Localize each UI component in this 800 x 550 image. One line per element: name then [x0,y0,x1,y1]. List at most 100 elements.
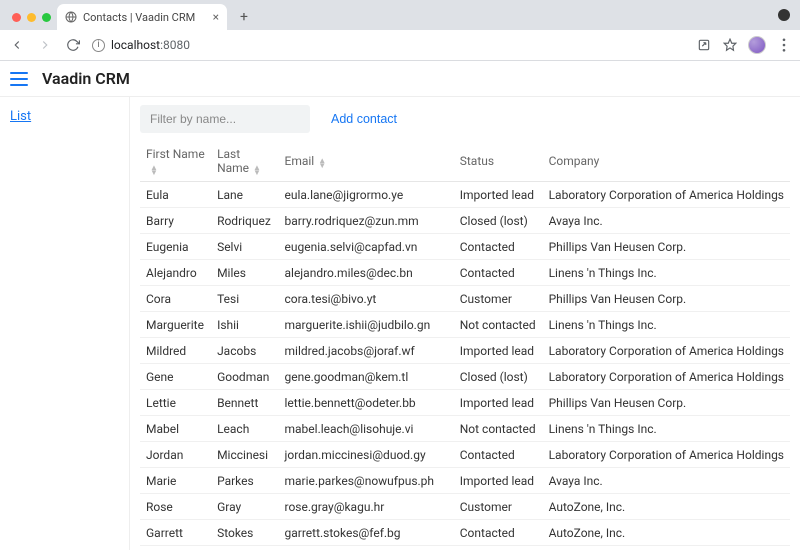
sidebar: List [0,97,130,550]
window-minimize-icon[interactable] [27,13,36,22]
sort-icon: ▲▼ [318,157,326,167]
col-last-name[interactable]: Last Name▲▼ [211,141,278,182]
hamburger-icon[interactable] [10,72,28,86]
cell-email: mabel.leach@lisohuje.vi [279,416,454,442]
cell-status: Contacted [454,260,543,286]
table-row[interactable]: CoraTesicora.tesi@bivo.ytCustomerPhillip… [140,286,790,312]
cell-email: jordan.miccinesi@duod.gy [279,442,454,468]
add-contact-button[interactable]: Add contact [320,105,408,133]
new-tab-button[interactable]: + [233,6,255,28]
back-button[interactable] [8,36,26,54]
cell-email: barry.rodriquez@zun.mm [279,208,454,234]
cell-company: Linens 'n Things Inc. [543,260,790,286]
table-row[interactable]: RoseGrayrose.gray@kagu.hrCustomerAutoZon… [140,494,790,520]
sidebar-item-list[interactable]: List [10,109,129,124]
cell-company: Laboratory Corporation of America Holdin… [543,182,790,208]
tab-title: Contacts | Vaadin CRM [83,11,195,24]
cell-email: marie.parkes@nowufpus.ph [279,468,454,494]
cell-last: Ishii [211,312,278,338]
table-row[interactable]: MildredJacobsmildred.jacobs@joraf.wfImpo… [140,338,790,364]
extension-icon[interactable] [778,9,790,21]
address-bar[interactable]: i localhost:8080 [92,38,686,52]
table-row[interactable]: GarrettStokesgarrett.stokes@fef.bgContac… [140,520,790,546]
forward-button[interactable] [36,36,54,54]
table-row[interactable]: AlejandroMilesalejandro.miles@dec.bnCont… [140,260,790,286]
app-title: Vaadin CRM [42,69,130,88]
table-row[interactable]: MarieParkesmarie.parkes@nowufpus.phImpor… [140,468,790,494]
sort-icon: ▲▼ [150,164,158,174]
window-close-icon[interactable] [12,13,21,22]
col-company[interactable]: Company [543,141,790,182]
cell-status: Not contacted [454,312,543,338]
col-status[interactable]: Status [454,141,543,182]
cell-first: Gene [140,364,211,390]
cell-company: AutoZone, Inc. [543,520,790,546]
contacts-table: First Name▲▼ Last Name▲▼ Email▲▼ Status … [140,141,790,550]
cell-email: marguerite.ishii@judbilo.gn [279,312,454,338]
close-icon[interactable]: × [213,10,219,24]
cell-last: Bennett [211,390,278,416]
cell-email: cora.tesi@bivo.yt [279,286,454,312]
cell-company: Laboratory Corporation of America Holdin… [543,338,790,364]
share-icon[interactable] [696,37,712,53]
cell-company: Laboratory Corporation of America Holdin… [543,364,790,390]
profile-avatar[interactable] [748,36,766,54]
cell-last: Gray [211,494,278,520]
window-maximize-icon[interactable] [42,13,51,22]
col-email[interactable]: Email▲▼ [279,141,454,182]
cell-last: Goodman [211,364,278,390]
cell-status: Closed (lost) [454,208,543,234]
cell-last: Rodriquez [211,208,278,234]
table-row[interactable]: JordanMiccinesijordan.miccinesi@duod.gyC… [140,442,790,468]
cell-last: Parkes [211,468,278,494]
table-row[interactable]: EulaLaneeula.lane@jigrormo.yeImported le… [140,182,790,208]
reload-button[interactable] [64,36,82,54]
cell-company: Phillips Van Heusen Corp. [543,234,790,260]
cell-first: Barry [140,208,211,234]
cell-first: Eugenia [140,234,211,260]
table-row[interactable]: BarbaraMatthieubarbara.matthieu@derwogi.… [140,546,790,550]
cell-email: gene.goodman@kem.tl [279,364,454,390]
cell-status: Customer [454,494,543,520]
cell-first: Marguerite [140,312,211,338]
cell-company: Laboratory Corporation of America Holdin… [543,442,790,468]
table-row[interactable]: EugeniaSelvieugenia.selvi@capfad.vnConta… [140,234,790,260]
table-row[interactable]: MabelLeachmabel.leach@lisohuje.viNot con… [140,416,790,442]
cell-status: Closed (lost) [454,546,543,550]
cell-email: lettie.bennett@odeter.bb [279,390,454,416]
cell-company: Avaya Inc. [543,546,790,550]
browser-tab[interactable]: Contacts | Vaadin CRM × [57,4,227,30]
cell-email: rose.gray@kagu.hr [279,494,454,520]
cell-first: Jordan [140,442,211,468]
filter-row: Add contact [140,105,790,133]
cell-first: Lettie [140,390,211,416]
filter-input[interactable] [140,105,310,133]
cell-status: Closed (lost) [454,364,543,390]
cell-first: Rose [140,494,211,520]
app-body: List Add contact First Name▲▼ Last Name▲… [0,97,800,550]
cell-status: Contacted [454,442,543,468]
cell-status: Contacted [454,234,543,260]
cell-first: Mildred [140,338,211,364]
table-row[interactable]: LettieBennettlettie.bennett@odeter.bbImp… [140,390,790,416]
browser-toolbar: i localhost:8080 [0,30,800,60]
cell-last: Matthieu [211,546,278,550]
table-row[interactable]: GeneGoodmangene.goodman@kem.tlClosed (lo… [140,364,790,390]
cell-email: eula.lane@jigrormo.ye [279,182,454,208]
app-header: Vaadin CRM [0,61,800,97]
cell-first: Eula [140,182,211,208]
cell-last: Jacobs [211,338,278,364]
menu-icon[interactable] [776,37,792,53]
col-first-name[interactable]: First Name▲▼ [140,141,211,182]
cell-first: Barbara [140,546,211,550]
cell-company: Phillips Van Heusen Corp. [543,286,790,312]
site-info-icon[interactable]: i [92,39,105,52]
table-row[interactable]: MargueriteIshiimarguerite.ishii@judbilo.… [140,312,790,338]
cell-status: Not contacted [454,416,543,442]
cell-last: Lane [211,182,278,208]
table-row[interactable]: BarryRodriquezbarry.rodriquez@zun.mmClos… [140,208,790,234]
main-content: Add contact First Name▲▼ Last Name▲▼ Ema… [130,97,800,550]
star-icon[interactable] [722,37,738,53]
cell-first: Garrett [140,520,211,546]
cell-last: Tesi [211,286,278,312]
